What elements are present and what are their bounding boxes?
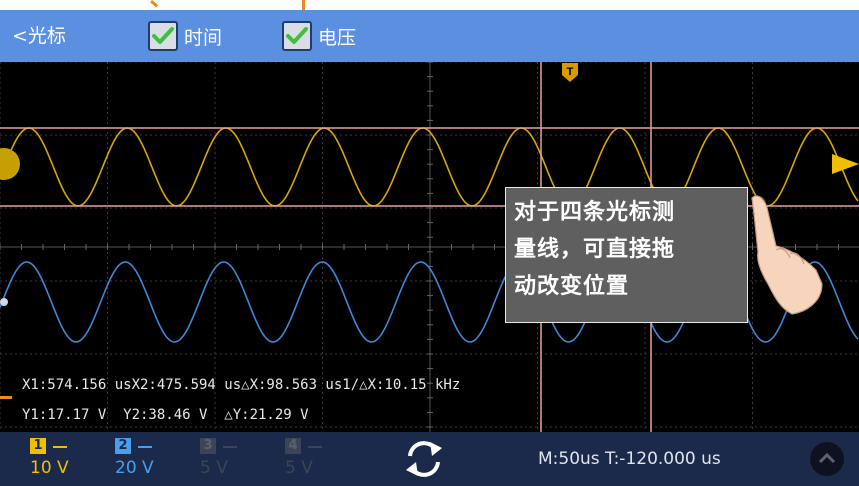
rotate-icon xyxy=(406,441,442,477)
timebase-readout[interactable]: M:50us T:-120.000 us xyxy=(538,432,721,486)
annotation-line-time xyxy=(150,0,159,8)
ch3-button[interactable]: 3 5 V xyxy=(200,438,260,482)
ch2-scale: 20 V xyxy=(115,458,154,478)
cursor-x-readout: X1:574.156 usX2:475.594 us△X:98.563 us1/… xyxy=(22,377,461,393)
time-checkbox[interactable]: 时间 xyxy=(148,19,222,53)
hand-pointer-icon xyxy=(751,195,823,315)
ch1-level-marker[interactable] xyxy=(0,148,20,180)
time-checkbox-box[interactable] xyxy=(148,21,178,51)
header-bar: <光标 时间 电压 xyxy=(0,10,859,62)
ch4-button[interactable]: 4 5 V xyxy=(285,438,345,482)
menu-icon xyxy=(818,452,836,464)
ch2-badge: 2 xyxy=(115,438,131,454)
tooltip-line: 动改变位置 xyxy=(514,274,630,299)
checkmark-icon xyxy=(286,27,308,44)
menu-button[interactable] xyxy=(810,442,844,476)
trigger-icon[interactable]: T xyxy=(562,63,578,82)
bottom-toolbar: 1 10 V 2 20 V 3 5 V 4 5 V M:50us T:-120.… xyxy=(0,432,859,486)
tooltip-line: 量线，可直接拖 xyxy=(514,237,676,262)
cursor-y-readout: Y1:17.17 V Y2:38.46 V △Y:21.29 V xyxy=(22,407,309,423)
ch1-badge: 1 xyxy=(30,438,46,454)
ch3-scale: 5 V xyxy=(200,458,228,478)
ch2-level-marker[interactable] xyxy=(0,298,8,306)
ch3-line-indicator xyxy=(223,446,237,448)
ch2-line-indicator xyxy=(138,446,152,448)
tooltip-line: 对于四条光标测 xyxy=(514,200,676,225)
instruction-tooltip: 对于四条光标测 量线，可直接拖 动改变位置 xyxy=(505,187,748,323)
ch1-scale: 10 V xyxy=(30,458,69,478)
annotation-line-readout xyxy=(0,396,12,399)
ch4-badge: 4 xyxy=(285,438,301,454)
rotate-button[interactable] xyxy=(400,436,448,482)
ch2-button[interactable]: 2 20 V xyxy=(115,438,175,482)
ch1-button[interactable]: 1 10 V xyxy=(30,438,90,482)
checkmark-icon xyxy=(152,27,174,44)
waveform-display[interactable]: T X1:574.156 usX2:475.594 us△X:98.563 us… xyxy=(0,62,859,432)
time-checkbox-label: 时间 xyxy=(184,26,223,49)
ch4-scale: 5 V xyxy=(285,458,313,478)
voltage-checkbox-label: 电压 xyxy=(318,26,357,49)
trigger-marker-label: T xyxy=(567,66,574,78)
voltage-checkbox[interactable]: 电压 xyxy=(282,19,356,53)
ch1-trigger-level-marker[interactable] xyxy=(832,154,859,174)
back-button[interactable]: <光标 xyxy=(12,10,66,62)
ch3-badge: 3 xyxy=(200,438,216,454)
ch1-line-indicator xyxy=(53,446,67,448)
ch4-line-indicator xyxy=(308,446,322,448)
voltage-checkbox-box[interactable] xyxy=(282,21,312,51)
